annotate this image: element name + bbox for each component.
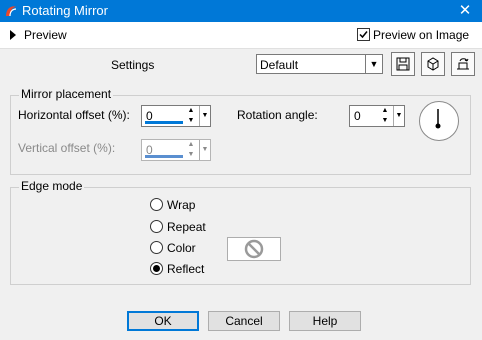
chevron-down-icon[interactable]: ▼ <box>365 55 382 73</box>
window-title: Rotating Mirror <box>22 3 108 18</box>
preview-row: Preview Preview on Image <box>0 22 482 49</box>
preset-dropdown[interactable]: Default ▼ <box>256 54 383 74</box>
expand-triangle-icon <box>10 30 16 40</box>
radio-repeat[interactable] <box>150 220 163 233</box>
radio-reflect-label: Reflect <box>167 262 205 276</box>
load-preset-icon <box>427 57 439 71</box>
radio-wrap[interactable] <box>150 198 163 211</box>
edge-color-swatch[interactable] <box>227 237 281 261</box>
spin-menu-icon[interactable]: ▼ <box>199 140 210 160</box>
close-icon[interactable]: ✕ <box>448 0 482 22</box>
app-icon <box>6 6 17 17</box>
preview-on-image-checkbox[interactable]: Preview on Image <box>357 28 469 42</box>
vertical-offset-label: Vertical offset (%): <box>18 141 116 155</box>
save-preset-button[interactable] <box>391 52 415 76</box>
spin-menu-icon[interactable]: ▼ <box>393 106 404 126</box>
value-slider-bar[interactable] <box>145 121 183 124</box>
rotation-angle-value: 0 <box>354 109 361 123</box>
rotation-angle-input[interactable]: 0 ▲ ▼ ▼ <box>349 105 405 127</box>
radio-reflect[interactable] <box>150 262 163 275</box>
checkbox-checked-icon <box>357 28 370 41</box>
spin-down-icon[interactable]: ▼ <box>380 116 390 126</box>
preview-label: Preview <box>24 28 67 42</box>
spin-menu-icon[interactable]: ▼ <box>199 106 210 126</box>
spin-up-icon[interactable]: ▲ <box>186 140 196 150</box>
spin-up-icon[interactable]: ▲ <box>380 106 390 116</box>
horizontal-offset-label: Horizontal offset (%): <box>18 108 130 122</box>
rotation-dial[interactable] <box>419 101 459 141</box>
help-button[interactable]: Help <box>289 311 361 331</box>
cancel-button[interactable]: Cancel <box>208 311 280 331</box>
rotation-angle-label: Rotation angle: <box>237 108 318 122</box>
value-slider-bar[interactable] <box>145 155 183 158</box>
edge-mode-group: Edge mode <box>10 179 471 285</box>
radio-selected-dot <box>153 265 160 272</box>
settings-label: Settings <box>111 58 155 72</box>
angle-needle-icon <box>435 109 441 129</box>
reset-preset-icon <box>457 58 469 70</box>
preview-on-image-label: Preview on Image <box>373 28 470 42</box>
mirror-placement-legend: Mirror placement <box>19 87 114 101</box>
spin-up-icon[interactable]: ▲ <box>186 106 196 116</box>
edge-mode-legend: Edge mode <box>19 179 85 193</box>
load-preset-button[interactable] <box>421 52 445 76</box>
radio-color-label: Color <box>167 241 196 255</box>
no-color-icon <box>244 239 264 259</box>
radio-color[interactable] <box>150 241 163 254</box>
spin-down-icon[interactable]: ▼ <box>186 116 196 126</box>
title-bar: Rotating Mirror ✕ <box>0 0 482 22</box>
save-preset-icon <box>396 57 410 71</box>
preset-value: Default <box>260 58 299 72</box>
horizontal-offset-input[interactable]: 0 ▲ ▼ ▼ <box>141 105 211 127</box>
ok-button[interactable]: OK <box>127 311 199 331</box>
vertical-offset-input[interactable]: 0 ▲ ▼ ▼ <box>141 139 211 161</box>
reset-preset-button[interactable] <box>451 52 475 76</box>
radio-wrap-label: Wrap <box>167 198 196 212</box>
preview-toggle[interactable]: Preview <box>10 28 67 42</box>
radio-repeat-label: Repeat <box>167 220 206 234</box>
spin-down-icon[interactable]: ▼ <box>186 150 196 160</box>
